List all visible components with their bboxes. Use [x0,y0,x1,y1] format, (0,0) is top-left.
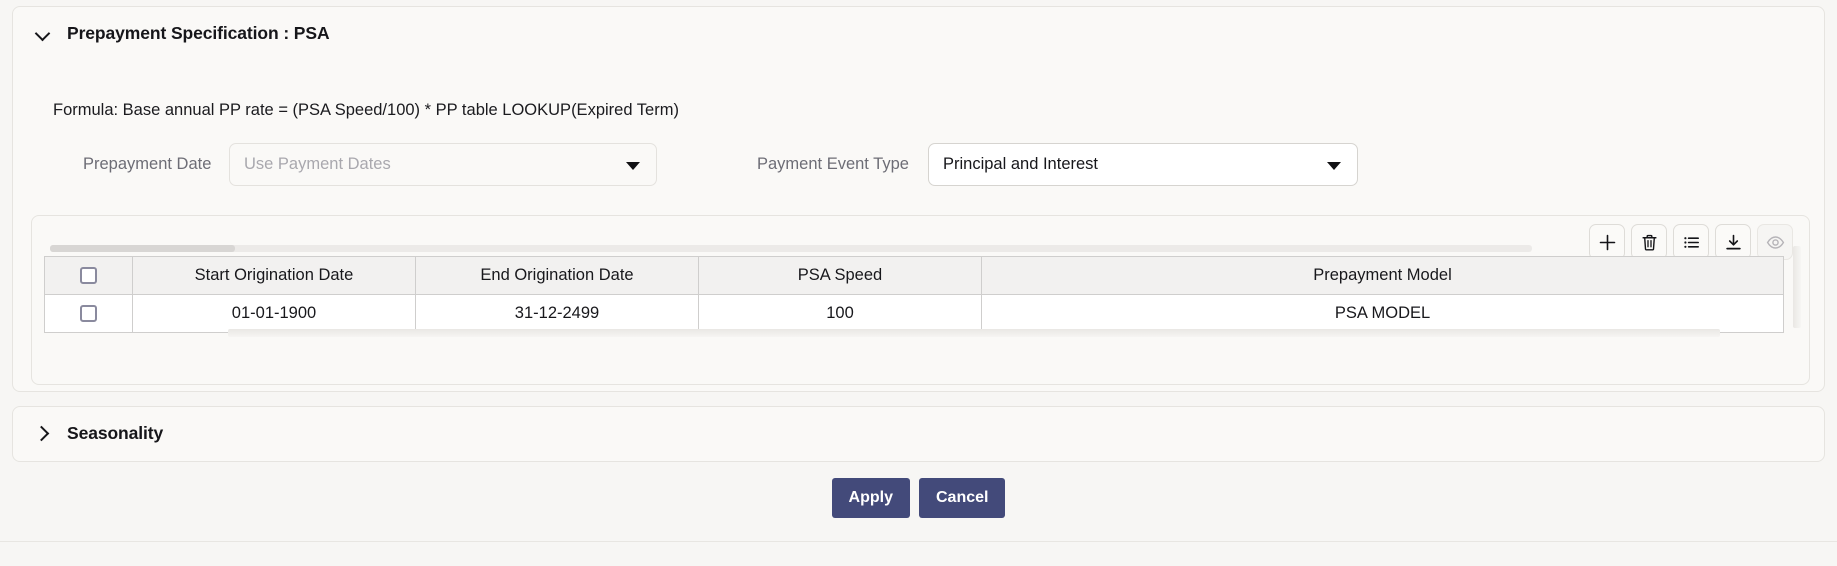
row-select-cell [45,295,133,333]
payment-event-type-value: Principal and Interest [943,155,1098,174]
cell-psa-speed[interactable]: 100 [699,295,982,333]
chevron-right-icon[interactable] [35,425,51,441]
formula-text: Formula: Base annual PP rate = (PSA Spee… [53,101,679,120]
list-view-button[interactable] [1673,224,1709,260]
select-all-header [45,257,133,295]
column-header-prepayment-model[interactable]: Prepayment Model [982,257,1784,295]
psa-table: Start Origination Date End Origination D… [44,256,1784,333]
seasonality-accordion-header[interactable]: Seasonality [13,407,1824,459]
column-header-start-origination-date[interactable]: Start Origination Date [133,257,416,295]
table-header-row: Start Origination Date End Origination D… [45,257,1784,295]
cell-start-origination-date[interactable]: 01-01-1900 [133,295,416,333]
prepayment-date-value: Use Payment Dates [244,155,391,174]
cell-end-origination-date[interactable]: 31-12-2499 [416,295,699,333]
table-horizontal-scrollbar-top[interactable] [50,245,1532,252]
prepayment-specification-card: Prepayment Specification : PSA Formula: … [12,6,1825,392]
form-row: Prepayment Date Use Payment Dates Paymen… [13,143,1824,193]
row-checkbox[interactable] [80,305,97,322]
prepayment-specification-page: Prepayment Specification : PSA Formula: … [0,0,1837,566]
table-vertical-scrollbar[interactable] [1793,246,1801,328]
table-row: 01-01-1900 31-12-2499 100 PSA MODEL [45,295,1784,333]
download-button[interactable] [1715,224,1751,260]
apply-button[interactable]: Apply [832,478,910,518]
psa-table-panel: Start Origination Date End Origination D… [31,215,1810,385]
column-header-psa-speed[interactable]: PSA Speed [699,257,982,295]
payment-event-type-select[interactable]: Principal and Interest [928,143,1358,186]
plus-icon [1598,233,1617,252]
column-header-end-origination-date[interactable]: End Origination Date [416,257,699,295]
chevron-down-icon[interactable] [1327,162,1341,170]
trash-icon [1640,233,1659,252]
view-button[interactable] [1757,224,1793,260]
payment-event-type-field: Payment Event Type Principal and Interes… [757,143,1358,186]
eye-icon [1766,233,1785,252]
prepayment-date-field: Prepayment Date Use Payment Dates [83,143,657,186]
prepayment-section-title: Prepayment Specification : PSA [67,23,330,44]
table-horizontal-scrollbar-bottom[interactable] [228,329,1720,337]
chevron-down-icon[interactable] [626,162,640,170]
payment-event-type-label: Payment Event Type [757,155,912,174]
cancel-button[interactable]: Cancel [919,478,1005,518]
add-row-button[interactable] [1589,224,1625,260]
chevron-down-icon[interactable] [35,25,51,41]
cell-prepayment-model[interactable]: PSA MODEL [982,295,1784,333]
prepayment-accordion-header[interactable]: Prepayment Specification : PSA [13,7,1824,59]
prepayment-date-select[interactable]: Use Payment Dates [229,143,657,186]
footer-divider [0,541,1837,542]
seasonality-card: Seasonality [12,406,1825,462]
seasonality-section-title: Seasonality [67,423,163,444]
footer-actions: Apply Cancel [0,478,1837,518]
prepayment-date-label: Prepayment Date [83,155,213,174]
scrollbar-thumb[interactable] [50,245,235,252]
list-icon [1682,233,1701,252]
download-icon [1724,233,1743,252]
select-all-checkbox[interactable] [80,267,97,284]
table-toolbar [1589,224,1793,260]
delete-row-button[interactable] [1631,224,1667,260]
